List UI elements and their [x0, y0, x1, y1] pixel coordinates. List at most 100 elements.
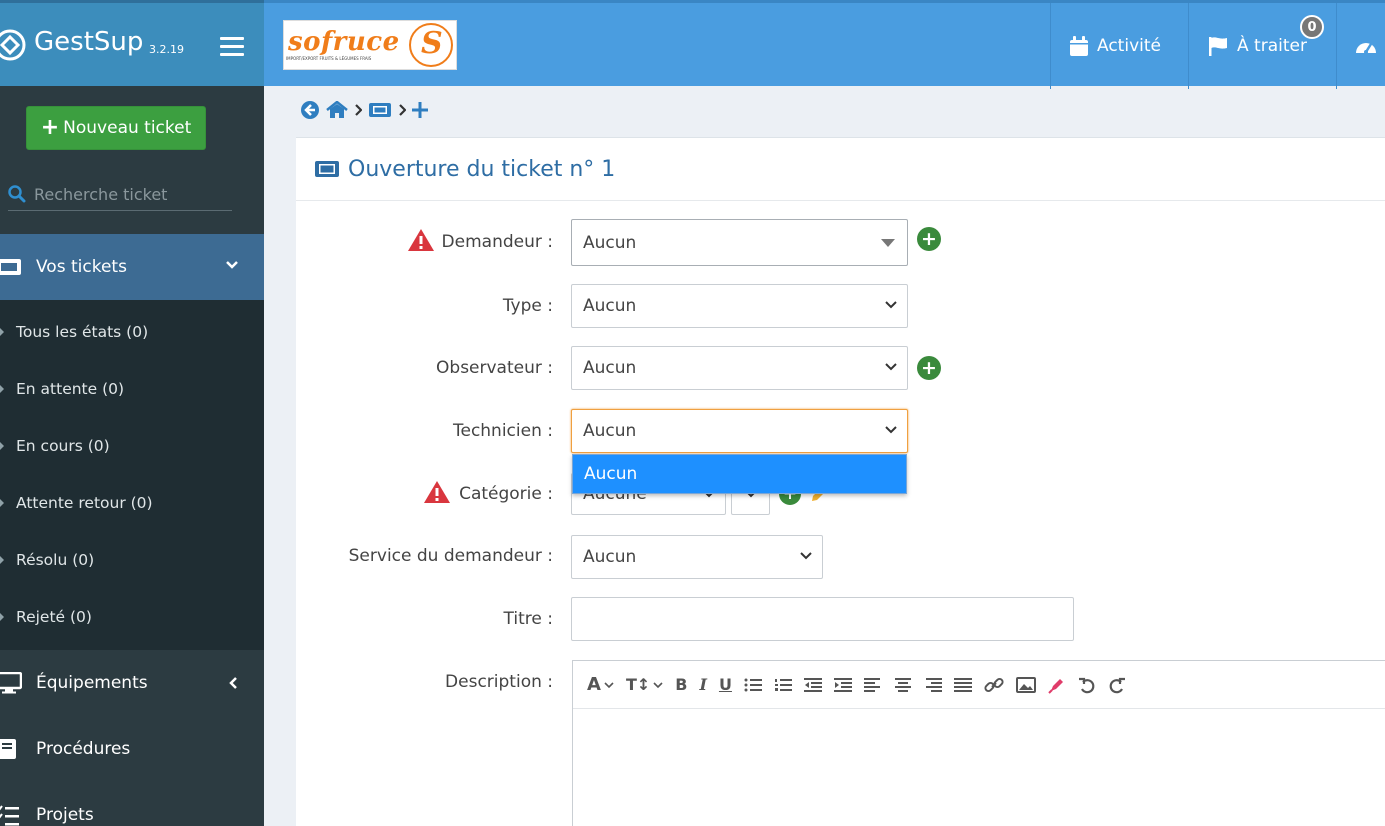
chevron-right-icon	[355, 104, 362, 116]
chevron-right-icon	[399, 104, 406, 116]
sidebar-subitem-label: En attente (0)	[16, 379, 125, 398]
nav-dashboard[interactable]	[1336, 3, 1385, 89]
chevron-down-icon	[885, 363, 897, 371]
ticket-search-input[interactable]	[34, 184, 224, 204]
link-icon[interactable]	[984, 676, 1004, 694]
sidebar-item-projets[interactable]: Projets	[0, 782, 264, 826]
monitor-icon	[0, 672, 22, 694]
chevron-down-icon	[885, 426, 897, 434]
align-justify-icon[interactable]	[953, 677, 972, 693]
technicien-label: Technicien :	[452, 421, 553, 441]
observateur-select[interactable]: Aucun	[571, 346, 908, 390]
observateur-select-value: Aucun	[583, 358, 637, 378]
ticket-search	[8, 178, 232, 211]
home-icon[interactable]	[326, 101, 348, 119]
underline-icon[interactable]: U	[719, 675, 732, 694]
description-editor[interactable]: A T↕ B I U	[572, 660, 1385, 826]
sidebar-subitem-label: Rejeté (0)	[16, 607, 92, 626]
demandeur-select[interactable]: Aucun	[571, 219, 908, 266]
dropdown-arrow-icon	[881, 239, 895, 247]
ticket-icon	[315, 161, 339, 177]
align-left-icon[interactable]	[863, 677, 882, 693]
sidebar-subitem-resolu[interactable]: Résolu (0)	[0, 531, 264, 588]
add-observateur-button[interactable]: +	[917, 356, 941, 380]
nav-a-traiter-label: À traiter	[1237, 36, 1307, 56]
sidebar-subitem-rejete[interactable]: Rejeté (0)	[0, 588, 264, 645]
sidebar-subitem-label: Tous les états (0)	[16, 322, 149, 341]
menu-toggle-icon[interactable]	[220, 37, 244, 57]
sidebar-subitem-label: Résolu (0)	[16, 550, 95, 569]
description-label: Description :	[445, 672, 553, 692]
nav-a-traiter[interactable]: À traiter 0	[1188, 3, 1336, 89]
observateur-label: Observateur :	[436, 358, 553, 378]
sidebar-subitem-en-cours[interactable]: En cours (0)	[0, 417, 264, 474]
sidebar-item-procedures[interactable]: Procédures	[0, 716, 264, 782]
indent-icon[interactable]	[833, 677, 852, 693]
type-label: Type :	[502, 296, 553, 316]
company-logo-circle: S	[409, 23, 453, 67]
outdent-icon[interactable]	[803, 677, 822, 693]
flag-icon	[1209, 37, 1227, 56]
app-version: 3.2.19	[149, 43, 184, 56]
technicien-dropdown-option[interactable]: Aucun	[572, 454, 907, 494]
a-traiter-count-badge: 0	[1300, 15, 1324, 39]
italic-icon[interactable]: I	[699, 675, 706, 694]
caret-right-icon	[0, 497, 4, 509]
sidebar-subitem-attente-retour[interactable]: Attente retour (0)	[0, 474, 264, 531]
type-select-value: Aucun	[583, 296, 637, 316]
page-title: Ouverture du ticket n° 1	[348, 156, 616, 182]
new-ticket-label: Nouveau ticket	[63, 118, 192, 138]
sidebar-item-label: Projets	[36, 805, 94, 825]
chevron-left-icon	[229, 677, 237, 689]
service-select-value: Aucun	[583, 547, 637, 567]
search-icon	[8, 185, 26, 203]
sidebar-item-vos-tickets[interactable]: Vos tickets	[0, 234, 264, 300]
sidebar-subitem-label: En cours (0)	[16, 436, 110, 455]
top-navbar: sofruce IMPORT/EXPORT FRUITS & LÉGUMES F…	[264, 0, 1385, 89]
numbered-list-icon[interactable]	[774, 677, 792, 693]
nav-activite-label: Activité	[1097, 36, 1161, 56]
nav-activite[interactable]: Activité	[1050, 3, 1188, 89]
technicien-select[interactable]: Aucun	[571, 409, 908, 453]
image-icon[interactable]	[1015, 676, 1036, 693]
highlighter-icon[interactable]	[1048, 676, 1066, 694]
align-center-icon[interactable]	[894, 677, 912, 693]
calendar-icon	[1070, 36, 1088, 56]
bold-icon[interactable]: B	[675, 675, 687, 694]
caret-right-icon	[0, 611, 4, 623]
technicien-select-value: Aucun	[583, 421, 637, 441]
chevron-down-icon	[226, 261, 238, 269]
caret-right-icon	[0, 326, 4, 338]
caret-right-icon	[0, 440, 4, 452]
back-arrow-icon[interactable]	[300, 100, 320, 120]
titre-input[interactable]	[571, 597, 1074, 641]
font-family-icon[interactable]: A	[587, 674, 614, 695]
sidebar-subitem-en-attente[interactable]: En attente (0)	[0, 360, 264, 417]
bullet-list-icon[interactable]	[744, 677, 762, 693]
chevron-down-icon	[800, 552, 812, 560]
font-size-icon[interactable]: T↕	[626, 675, 663, 694]
sidebar-item-label: Vos tickets	[36, 257, 127, 277]
sidebar-subitem-tous-etats[interactable]: Tous les états (0)	[0, 303, 264, 360]
company-logo-letter: S	[421, 26, 443, 61]
company-logo[interactable]: sofruce IMPORT/EXPORT FRUITS & LÉGUMES F…	[283, 20, 457, 70]
redo-icon[interactable]	[1108, 676, 1126, 694]
ticket-icon[interactable]	[368, 102, 392, 118]
undo-icon[interactable]	[1078, 676, 1096, 694]
service-label: Service du demandeur :	[348, 546, 553, 566]
breadcrumb	[300, 99, 434, 121]
sidebar-item-label: Équipements	[36, 673, 148, 693]
company-logo-word: sofruce	[288, 27, 400, 57]
align-right-icon[interactable]	[924, 677, 942, 693]
add-demandeur-button[interactable]: +	[917, 227, 941, 251]
ticket-panel: Ouverture du ticket n° 1 Demandeur : Auc…	[296, 137, 1385, 826]
technicien-option-label: Aucun	[584, 464, 638, 484]
new-ticket-button[interactable]: + Nouveau ticket	[26, 106, 206, 150]
panel-header: Ouverture du ticket n° 1	[296, 138, 1385, 201]
type-select[interactable]: Aucun	[571, 284, 908, 328]
titre-label: Titre :	[503, 609, 553, 629]
caret-right-icon	[0, 383, 4, 395]
brand-header: GestSup 3.2.19	[0, 0, 264, 86]
sidebar-item-equipements[interactable]: Équipements	[0, 650, 264, 716]
service-select[interactable]: Aucun	[571, 535, 823, 579]
